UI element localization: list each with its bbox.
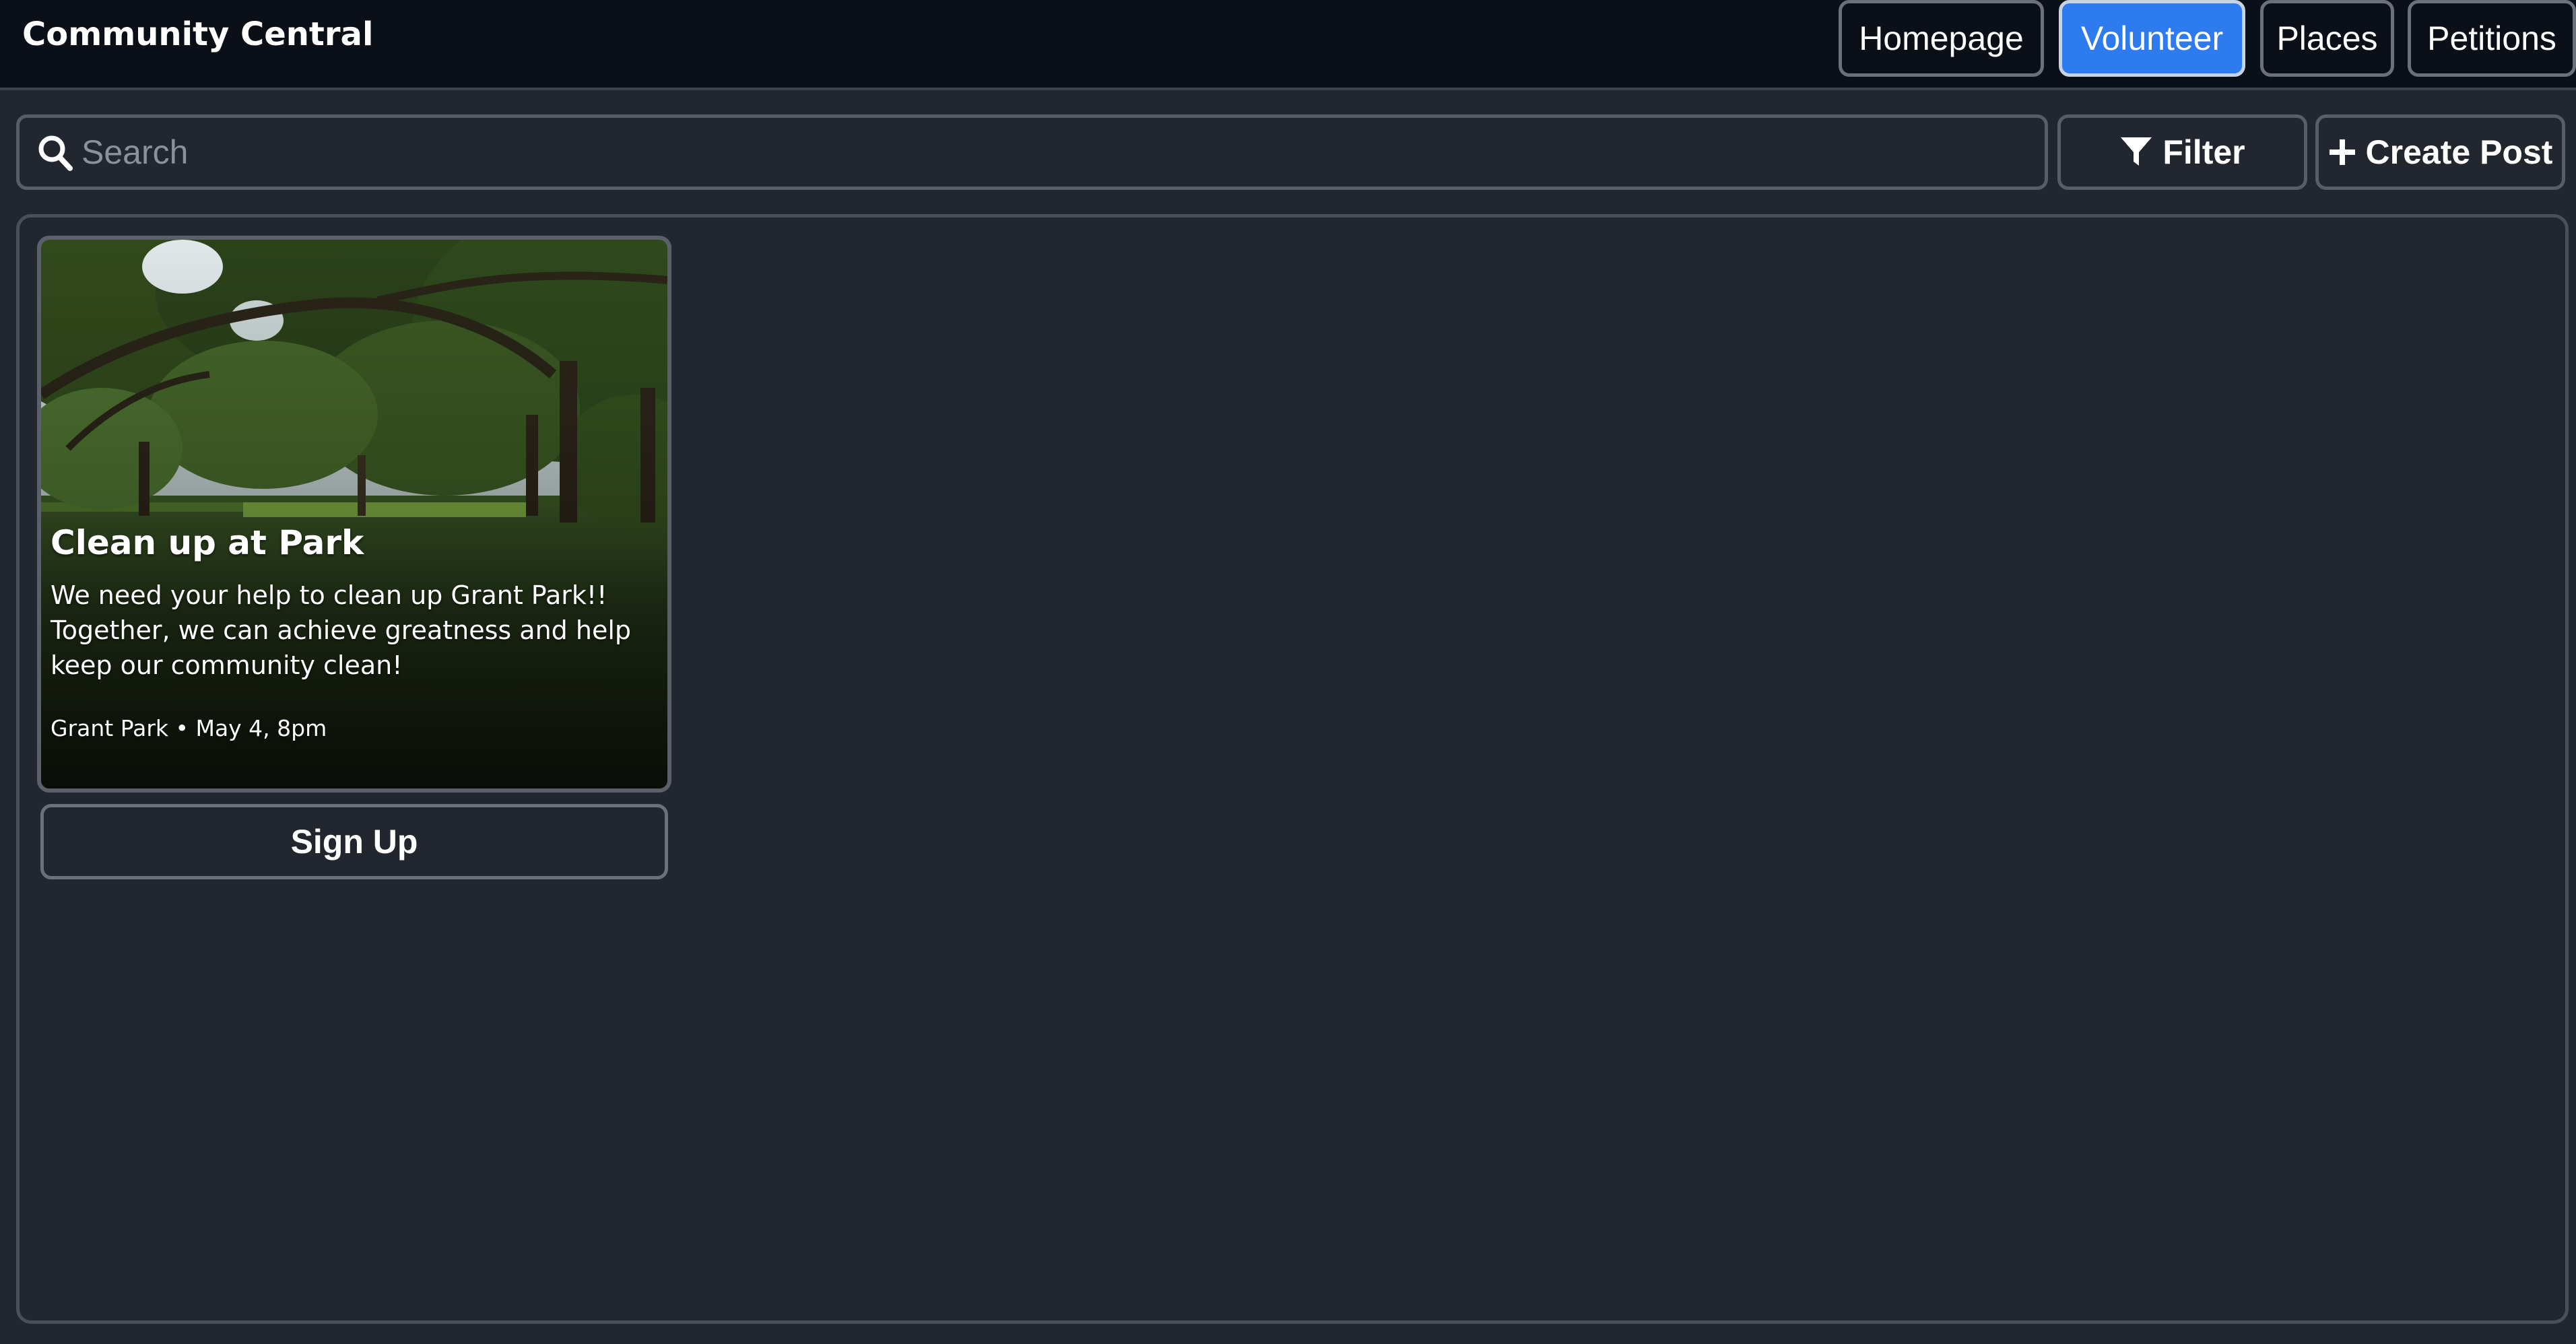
create-post-label: Create Post xyxy=(2365,133,2553,171)
plus-icon xyxy=(2329,139,2355,165)
tab-homepage[interactable]: Homepage xyxy=(1839,0,2044,77)
search-box[interactable] xyxy=(16,114,2048,190)
search-input[interactable] xyxy=(81,118,2035,187)
post-meta: Grant Park • May 4, 8pm xyxy=(51,715,327,741)
sign-up-button[interactable]: Sign Up xyxy=(40,804,668,879)
post-card[interactable]: Clean up at Park We need your help to cl… xyxy=(37,236,671,793)
filter-button[interactable]: Filter xyxy=(2057,114,2307,190)
search-icon xyxy=(37,134,73,172)
funnel-icon xyxy=(2121,137,2152,166)
post-description: We need your help to clean up Grant Park… xyxy=(51,580,631,680)
post-text: Clean up at Park We need your help to cl… xyxy=(51,521,658,743)
tab-volunteer[interactable]: Volunteer xyxy=(2059,0,2245,77)
top-nav-bar: Community Central Homepage Volunteer Pla… xyxy=(0,0,2576,90)
create-post-button[interactable]: Create Post xyxy=(2315,114,2565,190)
tab-places[interactable]: Places xyxy=(2260,0,2394,77)
post-title: Clean up at Park xyxy=(51,523,364,562)
filter-label: Filter xyxy=(2162,133,2245,171)
app-title: Community Central xyxy=(22,15,374,53)
tab-petitions[interactable]: Petitions xyxy=(2408,0,2576,77)
